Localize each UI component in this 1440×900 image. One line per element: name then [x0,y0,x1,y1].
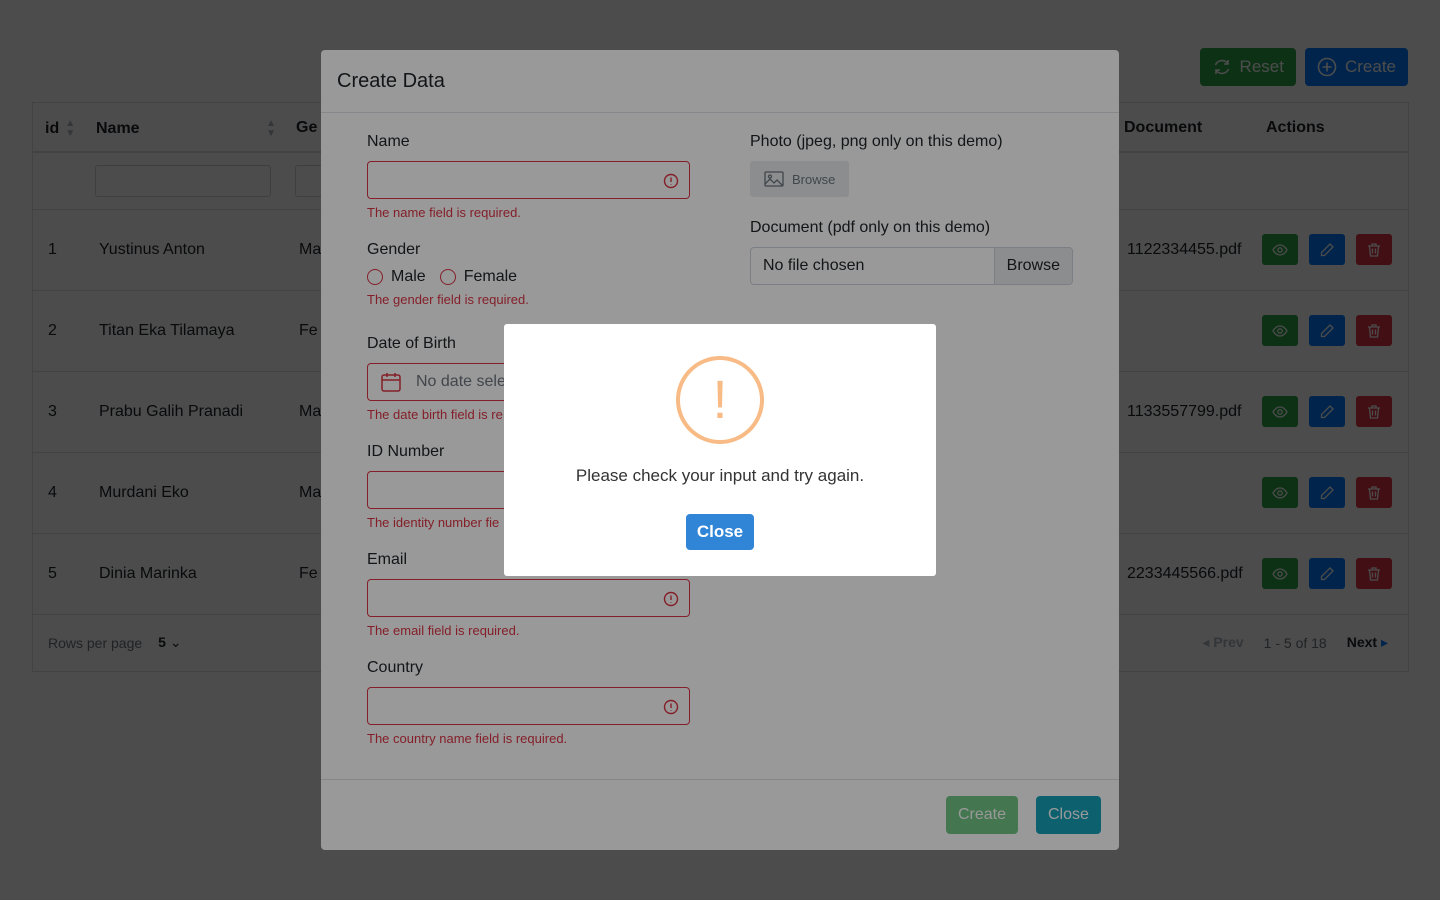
warning-icon: ! [676,356,764,444]
alert-close-button[interactable]: Close [686,514,754,550]
warning-alert: ! Please check your input and try again.… [504,324,936,576]
alert-message: Please check your input and try again. [575,466,865,485]
